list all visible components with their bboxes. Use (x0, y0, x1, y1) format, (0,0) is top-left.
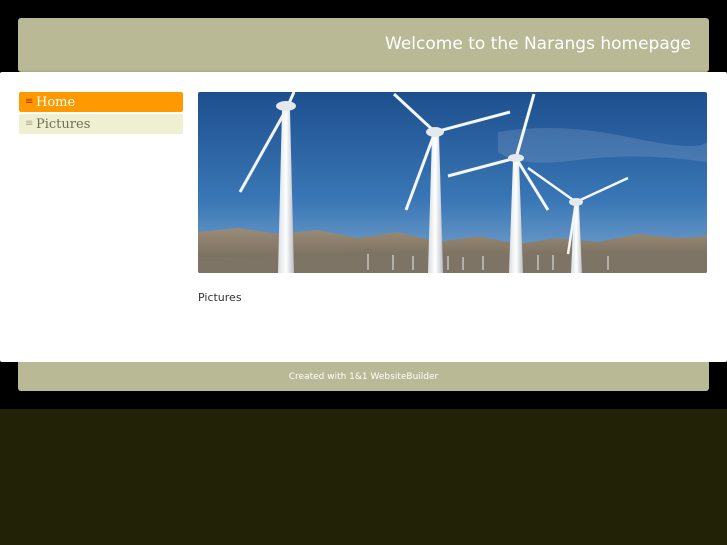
content-panel: ≡ Home ≡ Pictures Pictures (0, 72, 727, 362)
nav-item-label: Pictures (36, 116, 91, 132)
site-footer: Created with 1&1 WebsiteBuilder (18, 362, 709, 391)
nav-item-home[interactable]: ≡ Home (19, 92, 183, 112)
site-header: Welcome to the Narangs homepage (18, 18, 709, 72)
main-navigation: ≡ Home ≡ Pictures (19, 92, 183, 136)
bottom-background-band (0, 409, 727, 545)
footer-credit-link[interactable]: Created with 1&1 WebsiteBuilder (289, 372, 438, 382)
nav-item-label: Home (36, 94, 76, 110)
nav-item-pictures[interactable]: ≡ Pictures (19, 114, 183, 134)
menu-lines-icon: ≡ (25, 96, 34, 107)
menu-lines-icon: ≡ (25, 118, 34, 129)
page-heading: Pictures (198, 291, 242, 304)
hero-image-wind-turbines (198, 92, 707, 273)
site-title: Welcome to the Narangs homepage (385, 34, 691, 54)
